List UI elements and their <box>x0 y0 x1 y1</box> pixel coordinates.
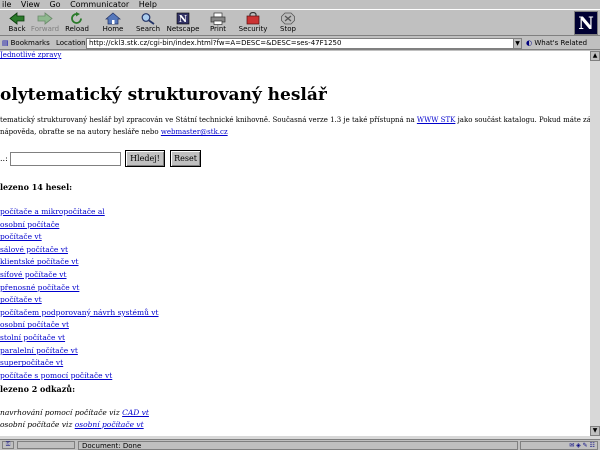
component-icons: ✉ ◈ ✎ ☷ <box>569 442 595 449</box>
bookmark-icon: ▤ <box>2 39 9 47</box>
menu-communicator[interactable]: Communicator <box>70 0 129 9</box>
search-label: ..: <box>0 154 8 163</box>
menu-go[interactable]: Go <box>49 0 60 9</box>
top-link[interactable]: Jednotlivé zpravy <box>0 51 61 59</box>
result-item[interactable]: počítače vt <box>0 295 42 304</box>
stk-link[interactable]: WWW STK <box>417 116 456 124</box>
contact-link[interactable]: webmaster@stk.cz <box>161 128 228 136</box>
back-arrow-icon <box>9 12 25 25</box>
location-toolbar: ▤ Bookmarks Location http://ckl3.stk.cz/c… <box>0 37 600 50</box>
scroll-up-icon[interactable]: ▲ <box>590 51 600 61</box>
reset-button[interactable]: Reset <box>170 150 201 167</box>
search-button[interactable]: Search <box>131 11 165 36</box>
menu-bar: ile View Go Communicator Help <box>0 0 600 9</box>
result-item[interactable]: superpočítače vt <box>0 358 63 367</box>
forward-arrow-icon <box>37 12 53 25</box>
reference-item: navrhování pomocí počítače viz CAD vt <box>0 408 149 417</box>
reload-button[interactable]: Reload <box>60 11 94 36</box>
menu-file[interactable]: ile <box>2 0 11 9</box>
search-icon <box>141 13 155 25</box>
chevron-down-icon: ▼ <box>515 40 520 47</box>
result-item[interactable]: paralelní počítače vt <box>0 346 78 355</box>
search-submit-button[interactable]: Hledej! <box>125 150 165 167</box>
result-item[interactable]: přenosné počítače vt <box>0 283 79 292</box>
status-text: Document: Done <box>78 441 518 450</box>
result-item[interactable]: sálové počítače vt <box>0 245 68 254</box>
navigation-toolbar: Back Forward Reload Home Search N Netsca… <box>0 9 600 36</box>
intro-line-1: tematický strukturovaný heslář byl zprac… <box>0 116 590 124</box>
reference-link[interactable]: CAD vt <box>122 408 149 417</box>
home-button[interactable]: Home <box>96 11 130 36</box>
print-icon <box>210 12 226 25</box>
page-title: olytematický strukturovaný heslář <box>0 85 327 105</box>
search-input[interactable] <box>10 152 121 166</box>
scroll-down-icon[interactable]: ▼ <box>590 426 600 436</box>
security-lock-icon[interactable]: ⚿ <box>2 441 14 449</box>
progress-bar <box>17 441 75 449</box>
result-item[interactable]: počítačem podporovaný návrh systémů vt <box>0 308 159 317</box>
status-bar: ⚿ Document: Done ✉ ◈ ✎ ☷ <box>0 439 600 450</box>
result-item[interactable]: osobní počítače vt <box>0 320 69 329</box>
url-dropdown-button[interactable]: ▼ <box>513 38 522 49</box>
stop-icon <box>281 12 295 25</box>
reload-icon <box>71 12 82 24</box>
result-item[interactable]: stolní počítače vt <box>0 333 65 342</box>
svg-text:N: N <box>179 15 187 25</box>
menu-view[interactable]: View <box>21 0 40 9</box>
netscape-icon: N <box>176 12 190 25</box>
bookmarks-button[interactable]: ▤ Bookmarks <box>2 38 52 49</box>
print-button[interactable]: Print <box>201 11 235 36</box>
reference-item: osobní počítače viz osobní počítače vt <box>0 420 144 429</box>
result-item[interactable]: počítače vt <box>0 232 42 241</box>
results-heading: lezeno 14 hesel: <box>0 182 73 192</box>
reference-link[interactable]: osobní počítače vt <box>75 420 144 429</box>
result-item[interactable]: síťové počítače vt <box>0 270 67 279</box>
stop-button[interactable]: Stop <box>271 11 305 36</box>
vertical-scrollbar[interactable]: ▲ ▼ <box>590 51 600 436</box>
home-icon <box>105 12 121 25</box>
netscape-button[interactable]: N Netscape <box>166 11 200 36</box>
result-item[interactable]: počítače a mikropočítače al <box>0 207 105 216</box>
component-bar[interactable]: ✉ ◈ ✎ ☷ <box>520 441 598 450</box>
location-label: Location <box>56 39 86 47</box>
page-content: Jednotlivé zpravy olytematický strukturo… <box>0 51 590 436</box>
references-heading: lezeno 2 odkazů: <box>0 384 76 394</box>
netscape-logo: N <box>574 11 598 35</box>
result-item[interactable]: počítače s pomocí počítače vt <box>0 371 112 380</box>
security-icon <box>246 12 260 25</box>
intro-line-2: nápověda, obraťte se na autory hesláře n… <box>0 128 228 136</box>
menu-help[interactable]: Help <box>139 0 157 9</box>
whats-related-button[interactable]: ◐ What's Related <box>526 38 587 49</box>
security-button[interactable]: Security <box>236 11 270 36</box>
forward-button[interactable]: Forward <box>28 11 62 36</box>
url-input[interactable]: http://ckl3.stk.cz/cgi-bin/index.html?fw… <box>86 38 514 49</box>
result-item[interactable]: klientské počítače vt <box>0 257 79 266</box>
result-item[interactable]: osobní počítače <box>0 220 59 229</box>
